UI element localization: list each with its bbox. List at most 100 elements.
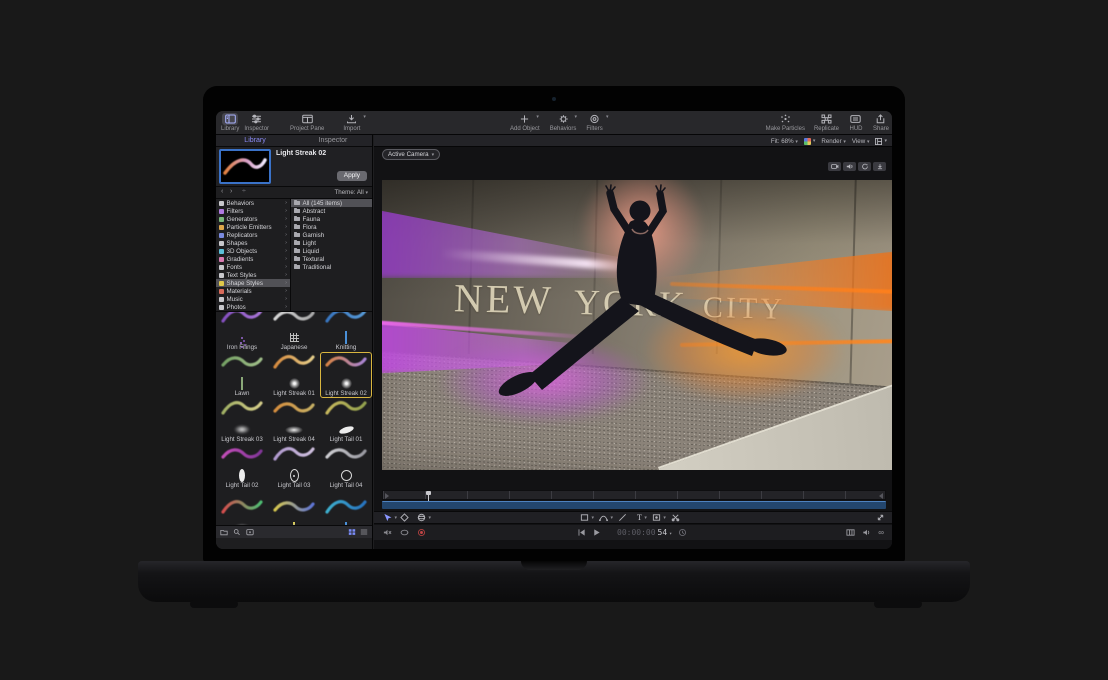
pan-zoom-tool[interactable] — [876, 513, 885, 522]
rectangle-tool[interactable] — [580, 513, 589, 522]
audio-panel-icon[interactable] — [862, 528, 871, 537]
sidebar-item-generators[interactable]: Generators — [216, 215, 290, 223]
timeline-group-track[interactable]: Group — [382, 501, 886, 509]
sidebar-item-text-styles[interactable]: Text Styles — [216, 271, 290, 279]
inspector-icon — [249, 113, 265, 125]
folder-item-light[interactable]: Light — [291, 239, 372, 247]
new-folder-icon[interactable] — [246, 528, 254, 536]
folder-item-abstract[interactable]: Abstract — [291, 207, 372, 215]
bezier-tool[interactable] — [599, 513, 608, 522]
forward-arrow-icon[interactable] — [230, 188, 232, 195]
list-view-icon[interactable] — [360, 528, 368, 536]
folder-icon[interactable] — [220, 528, 228, 536]
preview-thumbnail[interactable] — [219, 149, 271, 184]
tab-library[interactable]: Library — [216, 135, 294, 146]
search-icon[interactable] — [233, 528, 241, 536]
link-infinity-icon[interactable]: ∞ — [878, 528, 884, 537]
thumbnail-lawn[interactable]: Lawn — [216, 352, 268, 398]
active-camera-dropdown[interactable]: Active Camera — [382, 149, 440, 160]
grid-view-icon[interactable] — [348, 528, 356, 536]
thumbnail-light-tail-04[interactable]: Light Tail 04 — [320, 444, 372, 490]
cut-tool[interactable] — [671, 513, 680, 522]
theme-filter-dropdown[interactable]: Theme: All — [335, 189, 368, 196]
line-tool[interactable] — [618, 513, 627, 522]
sidebar-item-materials[interactable]: Materials — [216, 287, 290, 295]
thumbnail-partial-13[interactable] — [268, 490, 320, 525]
thumbnail-light-streak-02[interactable]: Light Streak 02 — [320, 352, 372, 398]
import-button[interactable]: Import — [343, 113, 360, 132]
thumbnail-light-streak-04[interactable]: Light Streak 04 — [268, 398, 320, 444]
camera-toggle-button[interactable] — [828, 162, 841, 171]
thumbnail-light-streak-03[interactable]: Light Streak 03 — [216, 398, 268, 444]
thumbnail-japanese[interactable]: Japanese — [268, 312, 320, 352]
adjust-anchor-tool[interactable] — [400, 513, 409, 522]
text-tool[interactable]: T — [637, 513, 642, 522]
canvas-photo[interactable]: NEWYORKCITY — [382, 180, 892, 470]
view-dropdown[interactable]: View — [852, 138, 870, 145]
timeline-ruler[interactable] — [382, 490, 886, 500]
back-arrow-icon[interactable] — [221, 188, 223, 195]
folder-item-liquid[interactable]: Liquid — [291, 247, 372, 255]
adjust-3d-tool[interactable] — [417, 513, 426, 522]
channels-dropdown[interactable] — [804, 138, 816, 145]
thumbnail-light-tail-01[interactable]: Light Tail 01 — [320, 398, 372, 444]
hud-button[interactable]: HUD — [848, 113, 864, 132]
folder-item-fauna[interactable]: Fauna — [291, 215, 372, 223]
thumbnail-iron-filings[interactable]: Iron Filings — [216, 312, 268, 352]
audio-toggle-button[interactable] — [843, 162, 856, 171]
previous-frame-button[interactable] — [577, 528, 586, 537]
make-particles-button[interactable]: Make Particles — [766, 113, 805, 132]
project-pane-button[interactable]: Project Pane — [290, 113, 324, 132]
library-button[interactable]: Library — [221, 113, 239, 132]
sidebar-item-shape-styles[interactable]: Shape Styles — [216, 279, 290, 287]
download-toggle-button[interactable] — [873, 162, 886, 171]
replicate-button[interactable]: Replicate — [814, 113, 839, 132]
filters-button[interactable]: Filters — [586, 113, 602, 132]
mask-tool[interactable] — [652, 513, 661, 522]
layout-dropdown[interactable] — [875, 138, 887, 145]
thumbnail-knitting[interactable]: Knitting — [320, 312, 372, 352]
sidebar-item-particle-emitters[interactable]: Particle Emitters — [216, 223, 290, 231]
keyframe-panel-icon[interactable] — [846, 528, 855, 537]
sidebar-item-photos[interactable]: Photos — [216, 303, 290, 311]
behaviors-button[interactable]: Behaviors — [550, 113, 577, 132]
sidebar-item-3d-objects[interactable]: 3D Objects — [216, 247, 290, 255]
in-point-marker[interactable] — [385, 493, 389, 499]
add-object-button[interactable]: Add Object — [510, 113, 540, 132]
record-button[interactable] — [417, 528, 426, 537]
out-point-marker[interactable] — [879, 493, 883, 499]
category-color-icon — [219, 249, 224, 254]
folder-item-flora[interactable]: Flora — [291, 223, 372, 231]
play-button[interactable] — [592, 528, 601, 537]
thumbnail-partial-12[interactable] — [216, 490, 268, 525]
render-dropdown[interactable]: Render — [821, 138, 846, 145]
folder-item-traditional[interactable]: Traditional — [291, 263, 372, 271]
folder-item-all-145-items[interactable]: All (145 items) — [291, 199, 372, 207]
fit-zoom-dropdown[interactable]: Fit: 68% — [771, 138, 798, 145]
timecode-display[interactable]: 00:00:00 54 — [617, 528, 672, 537]
thumbnail-light-tail-02[interactable]: Light Tail 02 — [216, 444, 268, 490]
thumbnail-light-tail-03[interactable]: Light Tail 03 — [268, 444, 320, 490]
thumbnail-light-streak-01[interactable]: Light Streak 01 — [268, 352, 320, 398]
folder-item-textural[interactable]: Textural — [291, 255, 372, 263]
sidebar-item-music[interactable]: Music — [216, 295, 290, 303]
thumbnail-partial-14[interactable] — [320, 490, 372, 525]
sidebar-item-replicators[interactable]: Replicators — [216, 231, 290, 239]
tab-inspector[interactable]: Inspector — [294, 135, 372, 146]
sidebar-item-fonts[interactable]: Fonts — [216, 263, 290, 271]
refresh-toggle-button[interactable] — [858, 162, 871, 171]
loop-playback-icon[interactable] — [400, 528, 409, 537]
playhead-line[interactable] — [428, 491, 429, 501]
select-transform-tool[interactable] — [383, 513, 392, 522]
inspector-button[interactable]: Inspector — [244, 113, 269, 132]
scale-stepper-icon[interactable] — [242, 188, 246, 195]
grid-scroll-area[interactable]: Iron Filings Japanese Knitting Lawn Ligh… — [216, 312, 372, 525]
sidebar-item-gradients[interactable]: Gradients — [216, 255, 290, 263]
sidebar-item-shapes[interactable]: Shapes — [216, 239, 290, 247]
apply-button[interactable]: Apply — [337, 171, 367, 181]
sidebar-item-filters[interactable]: Filters — [216, 207, 290, 215]
sidebar-item-behaviors[interactable]: Behaviors — [216, 199, 290, 207]
share-button[interactable]: Share — [873, 113, 889, 132]
mute-icon[interactable] — [383, 528, 392, 537]
folder-item-garnish[interactable]: Garnish — [291, 231, 372, 239]
